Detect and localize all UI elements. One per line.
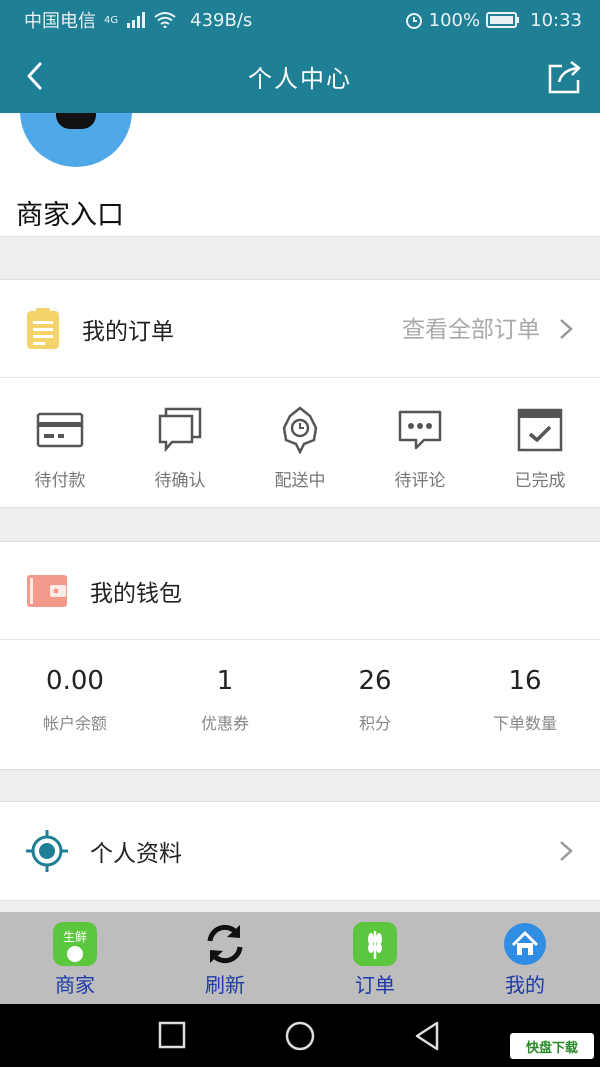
card-icon (36, 412, 84, 448)
order-status-row: 待付款 待确认 配送中 待评论 已完成 (0, 378, 600, 508)
back-button-icon[interactable] (412, 1020, 442, 1052)
wallet-stat-balance[interactable]: 0.00 帐户余额 (0, 640, 150, 770)
order-status-label: 已完成 (514, 471, 566, 491)
order-delivering[interactable]: 配送中 (240, 378, 360, 508)
chevron-right-icon (560, 841, 573, 861)
stat-value: 26 (358, 666, 392, 696)
delivery-icon (282, 406, 318, 454)
tab-refresh[interactable]: 刷新 (150, 912, 300, 1004)
wifi-icon (154, 12, 176, 28)
wallet-stats-row: 0.00 帐户余额 1 优惠券 26 积分 16 下单数量 (0, 640, 600, 770)
refresh-icon (207, 924, 243, 964)
status-bar: 中国电信 4G 439B/s 100% 10:33 (0, 0, 600, 40)
tab-label: 我的 (505, 973, 545, 997)
battery-icon (486, 12, 520, 28)
stat-label: 下单数量 (492, 714, 557, 733)
stat-value: 0.00 (46, 666, 104, 696)
fresh-icon-text: 生鲜 (63, 930, 87, 944)
target-icon (26, 830, 68, 872)
order-pending-confirm[interactable]: 待确认 (120, 378, 240, 508)
wallet-stat-order-count[interactable]: 16 下单数量 (450, 640, 600, 770)
stat-label: 帐户余额 (42, 714, 107, 733)
order-status-label: 待付款 (34, 471, 86, 491)
network-label: 4G (104, 14, 119, 26)
order-status-label: 配送中 (274, 471, 326, 491)
tab-merchant[interactable]: 生鲜 商家 (0, 912, 150, 1004)
tab-label: 商家 (55, 973, 95, 997)
order-status-label: 待确认 (154, 471, 206, 491)
tab-mine[interactable]: 我的 (450, 912, 600, 1004)
order-status-label: 待评论 (394, 471, 446, 491)
wallet-icon (27, 574, 67, 607)
avatar[interactable] (20, 113, 132, 167)
battery-percent: 100% (428, 9, 481, 31)
orders-title: 我的订单 (82, 318, 174, 345)
calendar-check-icon (517, 408, 563, 452)
alarm-icon (405, 13, 422, 29)
orders-card: 我的订单 查看全部订单 待付款 待确认 配送中 待评论 已完成 (0, 279, 600, 508)
wallet-stat-coupons[interactable]: 1 优惠券 (150, 640, 300, 770)
profile-info-title: 个人资料 (90, 841, 182, 867)
chevron-right-icon (560, 319, 573, 339)
comment-icon (398, 410, 442, 450)
order-completed[interactable]: 已完成 (480, 378, 600, 508)
order-pending-review[interactable]: 待评论 (360, 378, 480, 508)
stat-value: 16 (508, 666, 542, 696)
order-pending-payment[interactable]: 待付款 (0, 378, 120, 508)
stat-label: 优惠券 (200, 714, 249, 733)
signal-icon (127, 12, 146, 28)
tab-label: 订单 (355, 973, 395, 997)
back-icon[interactable] (18, 58, 54, 94)
wallet-stat-points[interactable]: 26 积分 (300, 640, 450, 770)
carrier-label: 中国电信 (24, 11, 96, 32)
profile-header: 商家入口 (0, 113, 600, 237)
chat-boxes-icon (158, 407, 202, 453)
stat-value: 1 (216, 666, 234, 696)
bottom-tab-bar: 生鲜 商家 刷新 订单 我的 (0, 912, 600, 1004)
tab-label: 刷新 (205, 973, 245, 997)
order-list-icon (27, 307, 59, 349)
recent-apps-icon[interactable] (158, 1020, 186, 1050)
orders-header[interactable]: 我的订单 查看全部订单 (0, 280, 600, 378)
fresh-produce-icon: 生鲜 (53, 922, 97, 966)
home-icon (504, 923, 546, 965)
profile-info-card: 个人资料 (0, 801, 600, 901)
page-title: 个人中心 (248, 65, 352, 93)
tab-orders[interactable]: 订单 (300, 912, 450, 1004)
nav-bar: 个人中心 (0, 40, 600, 113)
wallet-header[interactable]: 我的钱包 (0, 542, 600, 640)
clock: 10:33 (530, 9, 582, 31)
home-button-icon[interactable] (284, 1020, 316, 1052)
watermark-logo: 快盘下载 (510, 1033, 594, 1059)
share-icon[interactable] (546, 58, 584, 96)
network-speed: 439B/s (190, 9, 253, 31)
view-all-orders-link[interactable]: 查看全部订单 (402, 310, 540, 344)
avatar-figure-icon (56, 113, 96, 129)
wallet-title: 我的钱包 (90, 580, 182, 607)
profile-info-row[interactable]: 个人资料 (0, 802, 600, 900)
wheat-icon (353, 922, 397, 966)
wallet-card: 我的钱包 0.00 帐户余额 1 优惠券 26 积分 16 下单数量 (0, 541, 600, 770)
merchant-entry-link[interactable]: 商家入口 (16, 193, 124, 232)
stat-label: 积分 (358, 714, 391, 733)
